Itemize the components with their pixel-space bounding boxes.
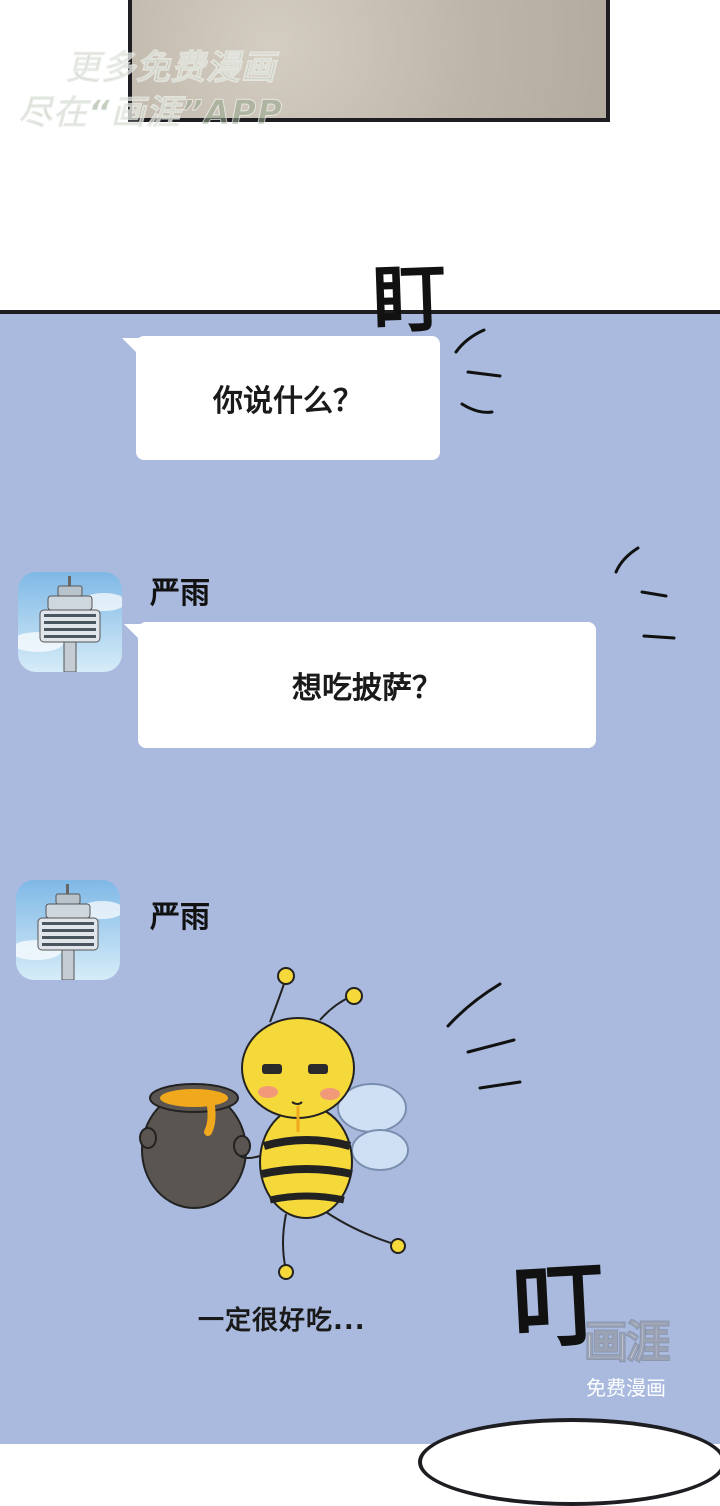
message-text: 想吃披萨？ [292, 671, 442, 706]
watermark-logo: 画涯 [583, 1316, 671, 1369]
bee-head-icon [241, 1017, 355, 1132]
bee-antennae-icon [269, 967, 363, 1023]
emphasis-line [466, 370, 502, 378]
avatar [18, 572, 122, 672]
tower-avatar-icon [18, 572, 122, 672]
caption-text: 一定很好吃... [198, 1306, 366, 1336]
bee-honey-pot-sticker [139, 967, 409, 1280]
sender-name: 严雨 [150, 900, 210, 935]
message-text: 你说什么？ [213, 384, 363, 419]
sender-name: 严雨 [150, 576, 210, 611]
chat-bubble: 想吃披萨？ [124, 622, 596, 748]
tower-avatar-icon [16, 880, 120, 980]
emphasis-line [460, 402, 494, 414]
emphasis-line [640, 590, 668, 598]
avatar [16, 880, 120, 980]
chat-bubble: 你说什么？ [122, 336, 440, 460]
emphasis-line [614, 546, 640, 574]
watermark-bottom: 画涯 免费漫画 [566, 1306, 686, 1401]
emphasis-line [446, 982, 502, 1028]
watermark-subtitle: 免费漫画 [586, 1376, 666, 1400]
next-panel-bubble-edge [418, 1418, 720, 1506]
bee-body-icon [259, 1105, 353, 1219]
emphasis-line [454, 328, 486, 354]
emphasis-line [642, 634, 676, 640]
emphasis-line [466, 1038, 516, 1054]
honey-pot-icon [139, 1083, 251, 1209]
emphasis-line [478, 1080, 522, 1090]
